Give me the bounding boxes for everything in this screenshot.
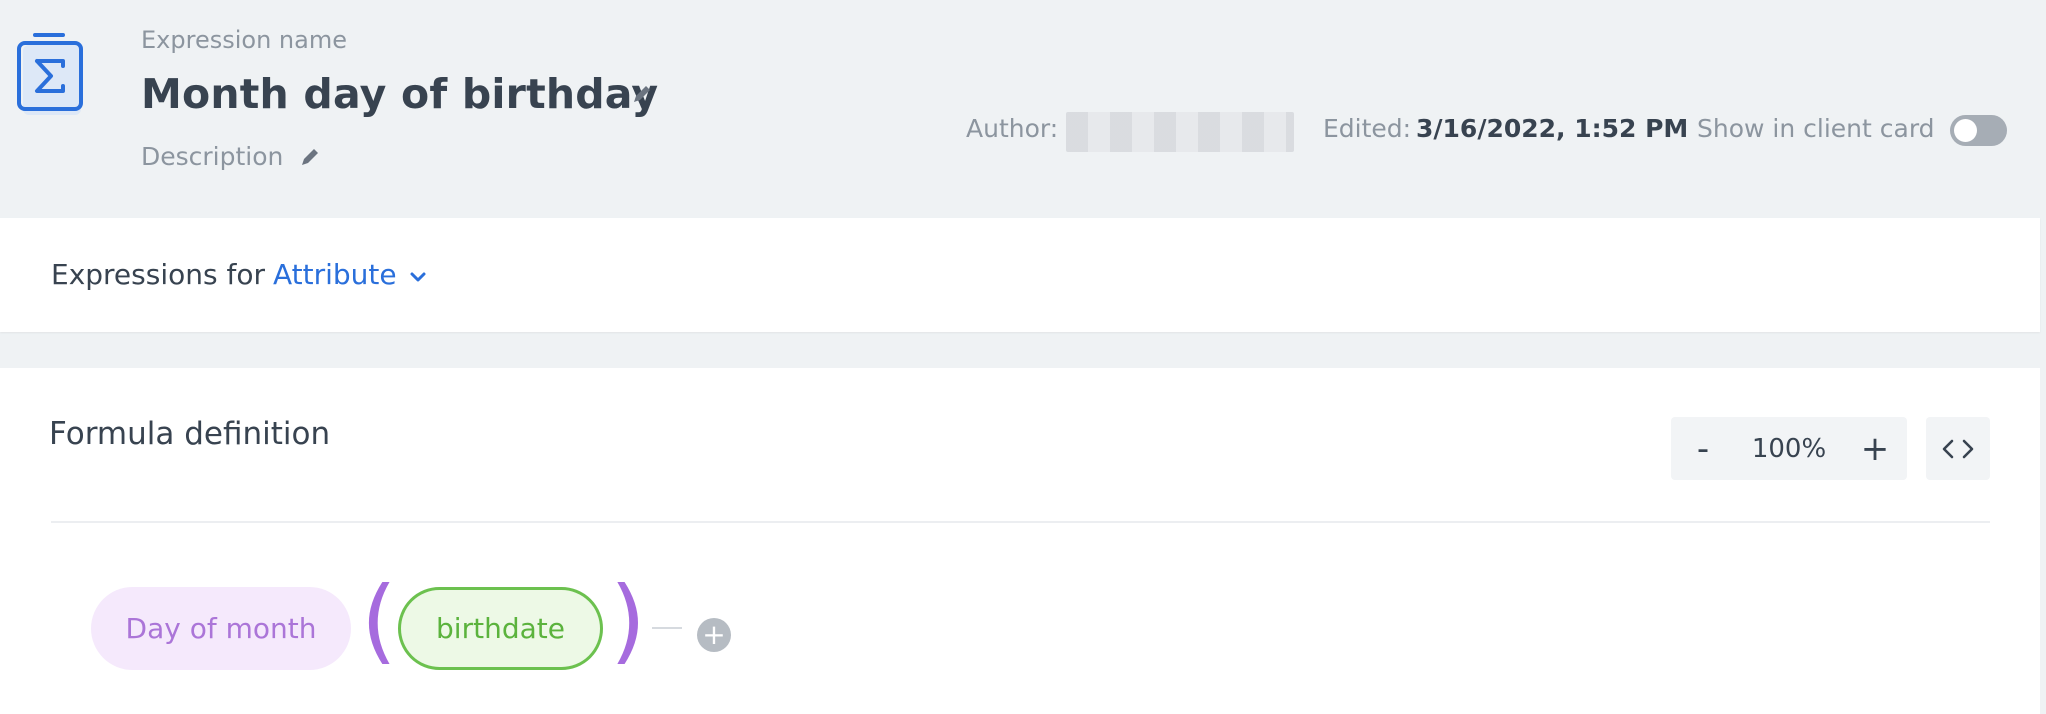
show-in-client-card-toggle[interactable] [1950,115,2007,146]
description-field[interactable]: Description [141,142,283,171]
argument-node[interactable]: birthdate [398,587,603,670]
author-name-redacted [1066,112,1294,152]
chevron-down-icon [410,272,426,281]
author-label: Author: [966,114,1059,143]
sigma-expression-icon [17,33,83,115]
show-in-client-card-label: Show in client card [1697,114,1935,143]
expressions-for-value: Attribute [273,258,397,291]
edited-label: Edited: [1323,114,1412,143]
connector-line [652,627,682,629]
edited-timestamp: 3/16/2022, 1:52 PM [1416,114,1689,143]
open-parenthesis: ( [361,567,397,674]
toggle-knob [1954,119,1977,142]
expression-name[interactable]: Month day of birthday [141,70,658,118]
pencil-icon[interactable] [630,82,654,106]
zoom-level: 100% [1751,433,1827,464]
expressions-for-panel: Expressions for Attribute [0,218,2040,332]
expressions-for-label: Expressions for [51,258,265,291]
expressions-for-dropdown[interactable]: Attribute [273,258,427,291]
plus-icon[interactable]: + [697,618,731,652]
code-icon [1942,439,1974,458]
expression-name-label: Expression name [141,26,347,54]
formula-definition-title: Formula definition [49,416,331,452]
function-node[interactable]: Day of month [91,587,351,670]
expression-header: Expression name Month day of birthday De… [0,0,2046,218]
pencil-icon[interactable] [298,145,322,169]
close-parenthesis: ) [610,567,646,674]
divider [51,521,1990,523]
zoom-out-button[interactable]: - [1671,417,1735,480]
code-view-button[interactable] [1926,417,1990,480]
zoom-control: - 100% + [1671,417,1907,480]
zoom-in-button[interactable]: + [1843,417,1907,480]
formula-definition-panel: Formula definition - 100% + Day of month… [0,368,2040,714]
